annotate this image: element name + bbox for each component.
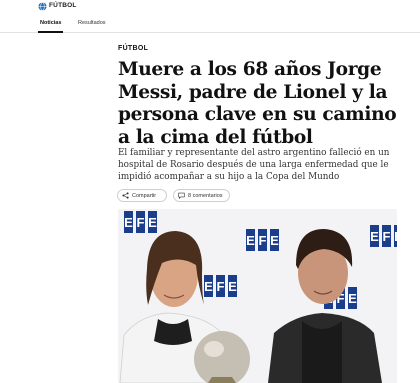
globe-icon[interactable]	[38, 2, 47, 11]
efe-logo	[124, 211, 158, 233]
section-label[interactable]: FÚTBOL	[118, 45, 148, 52]
top-bar: FÚTBOL	[0, 0, 420, 14]
article-headline: Muere a los 68 años Jorge Messi, padre d…	[118, 59, 397, 148]
tab-noticias[interactable]: Noticias	[37, 20, 64, 33]
comments-label: 8 comentarios	[188, 192, 223, 199]
comment-icon	[178, 192, 185, 199]
tab-resultados[interactable]: Resultados	[78, 20, 106, 26]
share-icon	[122, 192, 129, 199]
efe-logo	[204, 275, 238, 297]
tab-bar: Noticias Resultados	[0, 14, 420, 33]
photo-illustration: E F E	[118, 209, 397, 383]
efe-logo	[246, 229, 280, 251]
share-label: Compartir	[132, 192, 157, 199]
article-photo[interactable]: E F E	[118, 209, 397, 383]
share-button[interactable]: Compartir	[117, 189, 167, 202]
site-brand[interactable]: FÚTBOL	[49, 2, 77, 9]
comments-button[interactable]: 8 comentarios	[173, 189, 230, 202]
article-summary: El familiar y representante del astro ar…	[118, 148, 390, 182]
